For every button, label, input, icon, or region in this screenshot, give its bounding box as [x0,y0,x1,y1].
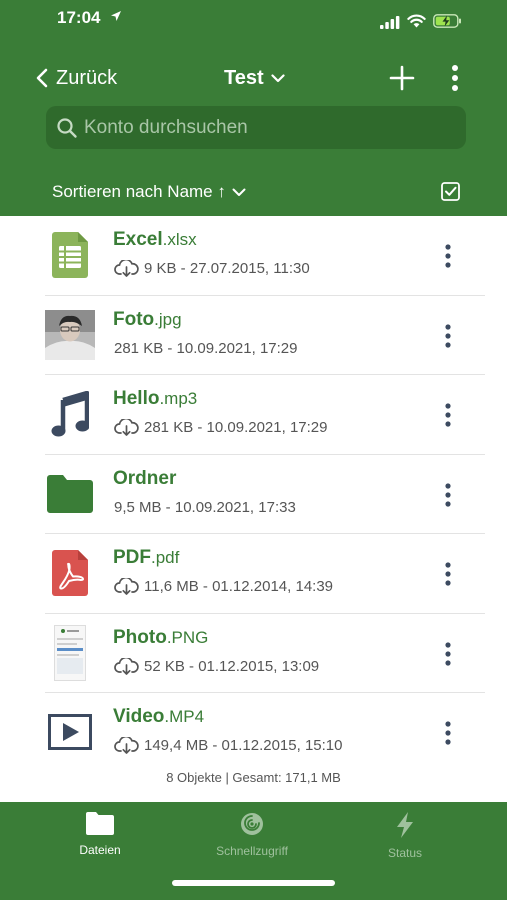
chevron-down-icon [271,73,285,82]
file-name: PDF.pdf [113,547,180,568]
file-name: Foto.jpg [113,308,182,330]
file-name: Video.MP4 [113,706,205,727]
battery-charging-icon [433,14,461,28]
lightning-icon [397,812,413,838]
search-icon [57,117,77,138]
file-row-pdf[interactable]: PDF.pdf 11,6 MB - 01.12.2014, 14:39 [0,534,507,614]
item-count-summary: 8 Objekte | Gesamt: 171,1 MB [166,770,341,785]
tab-dateien[interactable]: Dateien [35,812,165,857]
file-thumbnail [45,230,95,280]
more-options-icon[interactable] [440,242,456,270]
file-thumbnail [45,707,95,757]
cloud-download-icon [114,260,139,277]
tab-label: Dateien [79,843,121,857]
file-meta: 9,5 MB - 10.09.2021, 17:33 [114,499,296,516]
file-thumbnail [45,548,95,598]
wifi-icon [407,14,426,28]
file-name: Excel.xlsx [113,229,197,250]
cloud-download-icon [114,578,139,595]
file-meta: 281 KB - 10.09.2021, 17:29 [114,340,297,357]
file-row-excel[interactable]: Excel.xlsx 9 KB - 27.07.2015, 11:30 [0,216,507,296]
file-thumbnail [45,469,95,519]
status-bar: 17:04 [0,0,507,38]
status-time: 17:04 [57,8,101,27]
file-name: Hello.mp3 [113,388,198,409]
video-play-icon [48,714,92,750]
search-bar [46,106,466,149]
add-button[interactable] [388,64,416,92]
back-button[interactable]: Zurück [36,64,117,92]
sort-label: Sortieren nach Name ↑ [52,182,226,201]
tab-status[interactable]: Status [340,812,470,860]
file-row-foto[interactable]: Foto.jpg 281 KB - 10.09.2021, 17:29 [0,296,507,375]
tab-schnellzugriff[interactable]: Schnellzugriff [187,812,317,858]
photo-thumbnail [45,309,95,360]
file-meta: 281 KB - 10.09.2021, 17:29 [114,419,327,436]
folder-icon [47,474,93,513]
screenshot-thumbnail [54,624,86,681]
file-meta-text: 281 KB - 10.09.2021, 17:29 [114,339,298,357]
file-row-ordner[interactable]: Ordner 9,5 MB - 10.09.2021, 17:33 [0,455,507,534]
file-meta: 149,4 MB - 01.12.2015, 15:10 [114,737,342,754]
cloud-download-icon [114,737,139,754]
file-row-photo[interactable]: Photo.PNG 52 KB - 01.12.2015, 13:09 [0,614,507,693]
cellular-signal-icon [380,16,400,29]
folder-title-dropdown[interactable]: Test [224,64,285,92]
location-arrow-icon [111,11,121,21]
quick-access-icon [241,813,263,835]
file-name: Photo.PNG [113,626,209,648]
more-options-icon[interactable] [440,560,456,588]
folder-icon [86,812,114,835]
more-options-icon[interactable] [440,322,456,350]
page-title: Test [224,66,264,89]
file-name: Ordner [113,467,177,489]
file-meta-text: 9,5 MB - 10.09.2021, 17:33 [114,498,296,516]
music-note-icon [51,391,89,437]
file-meta: 11,6 MB - 01.12.2014, 14:39 [114,578,333,595]
file-meta: 9 KB - 27.07.2015, 11:30 [114,260,310,277]
cloud-download-icon [114,419,139,436]
back-label: Zurück [56,66,118,89]
tab-label: Schnellzugriff [216,844,288,858]
file-list: Excel.xlsx 9 KB - 27.07.2015, 11:30 Foto… [0,216,507,773]
file-thumbnail [45,624,95,681]
header: 17:04 Zurück Test Sortieren nach Name ↑ [0,0,507,216]
file-meta-text: 149,4 MB - 01.12.2015, 15:10 [144,737,343,754]
file-thumbnail [45,309,95,360]
chevron-left-icon [36,68,48,88]
file-meta: 52 KB - 01.12.2015, 13:09 [114,657,320,675]
chevron-down-icon [232,188,246,196]
file-meta-text: 11,6 MB - 01.12.2014, 14:39 [144,578,334,595]
file-thumbnail [45,389,95,439]
select-checkbox-icon[interactable] [441,182,460,201]
navigation-bar: Zurück Test [0,56,507,100]
file-row-hello[interactable]: Hello.mp3 281 KB - 10.09.2021, 17:29 [0,375,507,455]
tab-label: Status [387,846,423,860]
spreadsheet-icon [52,232,88,278]
file-meta-text: 281 KB - 10.09.2021, 17:29 [144,419,328,436]
sort-dropdown[interactable]: Sortieren nach Name ↑ [52,180,246,204]
pdf-icon [52,550,88,596]
home-indicator [172,880,335,886]
more-options-icon[interactable] [440,719,456,747]
cloud-download-icon [114,657,139,675]
more-options-button[interactable] [446,62,464,94]
search-input[interactable] [84,116,454,139]
file-row-video[interactable]: Video.MP4 149,4 MB - 01.12.2015, 15:10 [0,693,507,773]
more-options-icon[interactable] [440,481,456,509]
more-options-icon[interactable] [440,640,456,668]
more-options-icon[interactable] [440,401,456,429]
file-meta-text: 9 KB - 27.07.2015, 11:30 [144,260,310,277]
file-meta-text: 52 KB - 01.12.2015, 13:09 [144,657,320,675]
